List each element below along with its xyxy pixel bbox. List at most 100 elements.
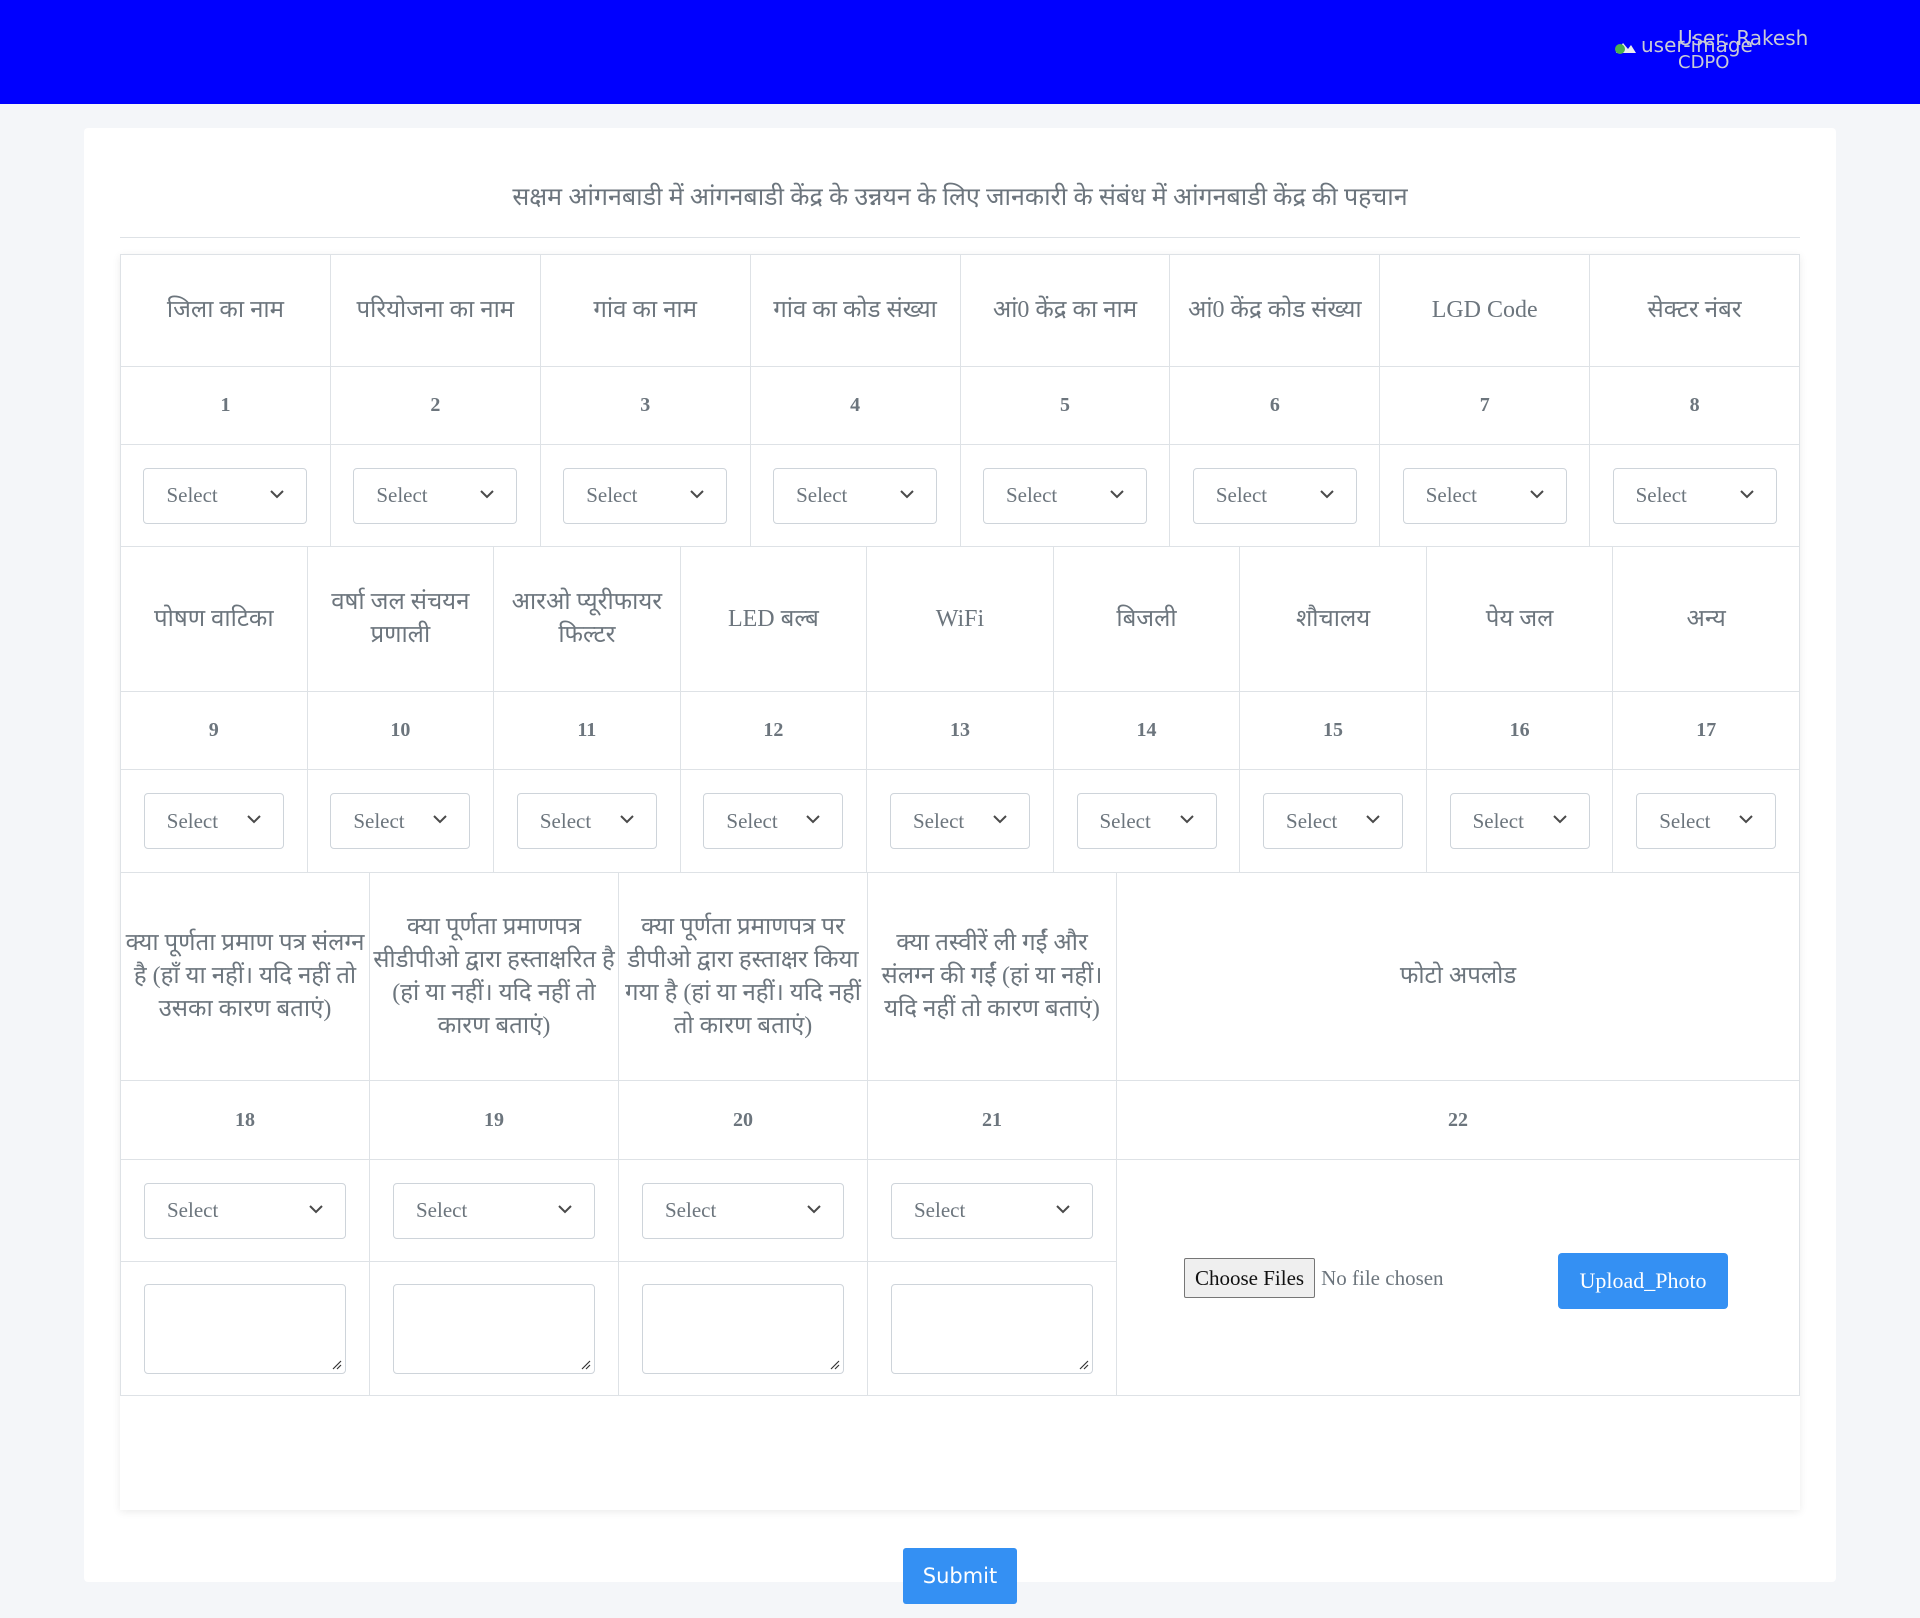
select-cell-13: Select — [866, 769, 1054, 873]
resize-handle-icon[interactable] — [330, 1358, 342, 1370]
column-number-10: 10 — [306, 691, 495, 770]
chevron-down-icon — [1739, 815, 1753, 824]
column-header-3: गांव का नाम — [539, 254, 751, 367]
column-number-4: 4 — [749, 366, 961, 445]
select-value: Select — [1286, 808, 1338, 833]
select-dropdown-15[interactable]: Select — [1263, 793, 1404, 849]
user-panel[interactable]: user-image User: Rakesh CDPO — [1614, 26, 1814, 76]
resize-handle-icon[interactable] — [828, 1358, 840, 1370]
select-dropdown-8[interactable]: Select — [1612, 467, 1777, 524]
select-dropdown-19[interactable]: Select — [393, 1182, 595, 1239]
select-cell-9: Select — [120, 769, 308, 873]
column-number-12: 12 — [679, 691, 868, 770]
choose-files-button[interactable]: Choose Files — [1184, 1258, 1316, 1298]
column-header-8: सेक्टर नंबर — [1589, 254, 1800, 367]
select-value: Select — [726, 808, 778, 833]
select-cell-15: Select — [1239, 769, 1427, 873]
select-dropdown-14[interactable]: Select — [1076, 793, 1217, 849]
column-number-8: 8 — [1589, 366, 1800, 445]
remarks-cell-19 — [369, 1261, 619, 1396]
select-value: Select — [416, 1198, 468, 1222]
file-input[interactable]: Choose Files No file chosen — [1184, 1258, 1444, 1298]
select-cell-14: Select — [1052, 769, 1241, 873]
chevron-down-icon — [247, 815, 261, 824]
broken-image-icon — [1614, 36, 1638, 54]
select-value: Select — [167, 1198, 219, 1222]
select-value: Select — [539, 808, 592, 833]
select-dropdown-2[interactable]: Select — [353, 467, 518, 524]
remarks-textarea-18[interactable] — [144, 1283, 346, 1374]
select-cell-18: Select — [120, 1159, 370, 1262]
select-dropdown-7[interactable]: Select — [1402, 467, 1567, 524]
select-dropdown-20[interactable]: Select — [642, 1182, 844, 1239]
select-value: Select — [1005, 483, 1058, 507]
column-header-10: वर्षा जल संचयन प्रणाली — [306, 546, 495, 692]
remarks-cell-21 — [867, 1261, 1117, 1396]
remarks-cell-20 — [618, 1261, 868, 1396]
remarks-textarea-19[interactable] — [393, 1283, 595, 1374]
select-value: Select — [376, 483, 428, 507]
select-dropdown-9[interactable]: Select — [143, 793, 284, 849]
select-dropdown-16[interactable]: Select — [1449, 793, 1590, 849]
select-cell-8: Select — [1589, 444, 1800, 547]
select-dropdown-6[interactable]: Select — [1192, 467, 1357, 524]
remarks-textarea-20[interactable] — [642, 1283, 844, 1374]
file-status: No file chosen — [1321, 1265, 1444, 1290]
chevron-down-icon — [433, 815, 448, 824]
chevron-down-icon — [480, 489, 495, 498]
select-cell-6: Select — [1169, 444, 1381, 547]
select-dropdown-17[interactable]: Select — [1636, 793, 1777, 849]
select-cell-7: Select — [1379, 444, 1591, 547]
column-header-17: अन्य — [1612, 546, 1800, 692]
user-role: CDPO — [1678, 52, 1730, 73]
column-header-2: परियोजना का नाम — [329, 254, 541, 367]
form-title: सक्षम आंगनबाडी में आंगनबाडी केंद्र के उन… — [120, 154, 1800, 238]
select-value: Select — [353, 808, 405, 833]
remarks-textarea-21[interactable] — [891, 1283, 1093, 1374]
chevron-down-icon — [1552, 815, 1567, 824]
select-dropdown-12[interactable]: Select — [703, 793, 844, 849]
select-dropdown-21[interactable]: Select — [891, 1182, 1093, 1239]
column-header-20: क्या पूर्णता प्रमाणपत्र पर डीपीओ द्वारा … — [618, 872, 868, 1081]
select-cell-10: Select — [306, 769, 495, 873]
column-number-13: 13 — [866, 691, 1054, 770]
chevron-down-icon — [1056, 1204, 1070, 1213]
select-cell-19: Select — [369, 1159, 619, 1262]
column-header-5: आं0 केंद्र का नाम — [959, 254, 1171, 367]
select-dropdown-11[interactable]: Select — [516, 793, 657, 849]
column-number-9: 9 — [120, 691, 308, 770]
column-number-16: 16 — [1425, 691, 1614, 770]
select-dropdown-13[interactable]: Select — [889, 793, 1030, 849]
column-number-15: 15 — [1239, 691, 1427, 770]
select-dropdown-3[interactable]: Select — [563, 467, 728, 524]
select-dropdown-5[interactable]: Select — [982, 467, 1147, 524]
form-body: जिला का नाम परियोजना का नाम गांव का नाम गां… — [120, 254, 1800, 1604]
select-value: Select — [796, 483, 848, 507]
select-value: Select — [166, 483, 218, 507]
column-header-21: क्या तस्वीरें ली गईं और संलग्न की गईं (ह… — [867, 872, 1117, 1081]
select-cell-1: Select — [120, 444, 331, 547]
upload-photo-button[interactable]: Upload_Photo — [1558, 1253, 1728, 1309]
column-header-7: LGD Code — [1379, 254, 1591, 367]
column-number-5: 5 — [959, 366, 1171, 445]
column-number-14: 14 — [1052, 691, 1241, 770]
select-dropdown-10[interactable]: Select — [330, 793, 471, 849]
chevron-down-icon — [1739, 489, 1754, 498]
column-header-14: बिजली — [1052, 546, 1241, 692]
select-value: Select — [1635, 483, 1687, 507]
column-header-19: क्या पूर्णता प्रमाणपत्र सीडीपीओ द्वारा ह… — [369, 872, 619, 1081]
column-header-12: LED बल्ब — [679, 546, 868, 692]
select-value: Select — [586, 483, 638, 507]
select-dropdown-1[interactable]: Select — [143, 467, 308, 524]
column-header-15: शौचालय — [1239, 546, 1427, 692]
resize-handle-icon[interactable] — [1077, 1358, 1089, 1370]
select-dropdown-18[interactable]: Select — [144, 1182, 346, 1239]
column-header-11: आरओ प्यूरीफायर फिल्टर — [493, 546, 681, 692]
section-1-table: जिला का नाम परियोजना का नाम गांव का नाम गां… — [120, 254, 1800, 547]
resize-handle-icon[interactable] — [579, 1358, 591, 1370]
select-cell-2: Select — [329, 444, 541, 547]
chevron-down-icon — [1179, 815, 1194, 824]
select-value: Select — [1215, 483, 1268, 507]
submit-button[interactable]: Submit — [903, 1548, 1017, 1604]
select-dropdown-4[interactable]: Select — [773, 467, 938, 524]
